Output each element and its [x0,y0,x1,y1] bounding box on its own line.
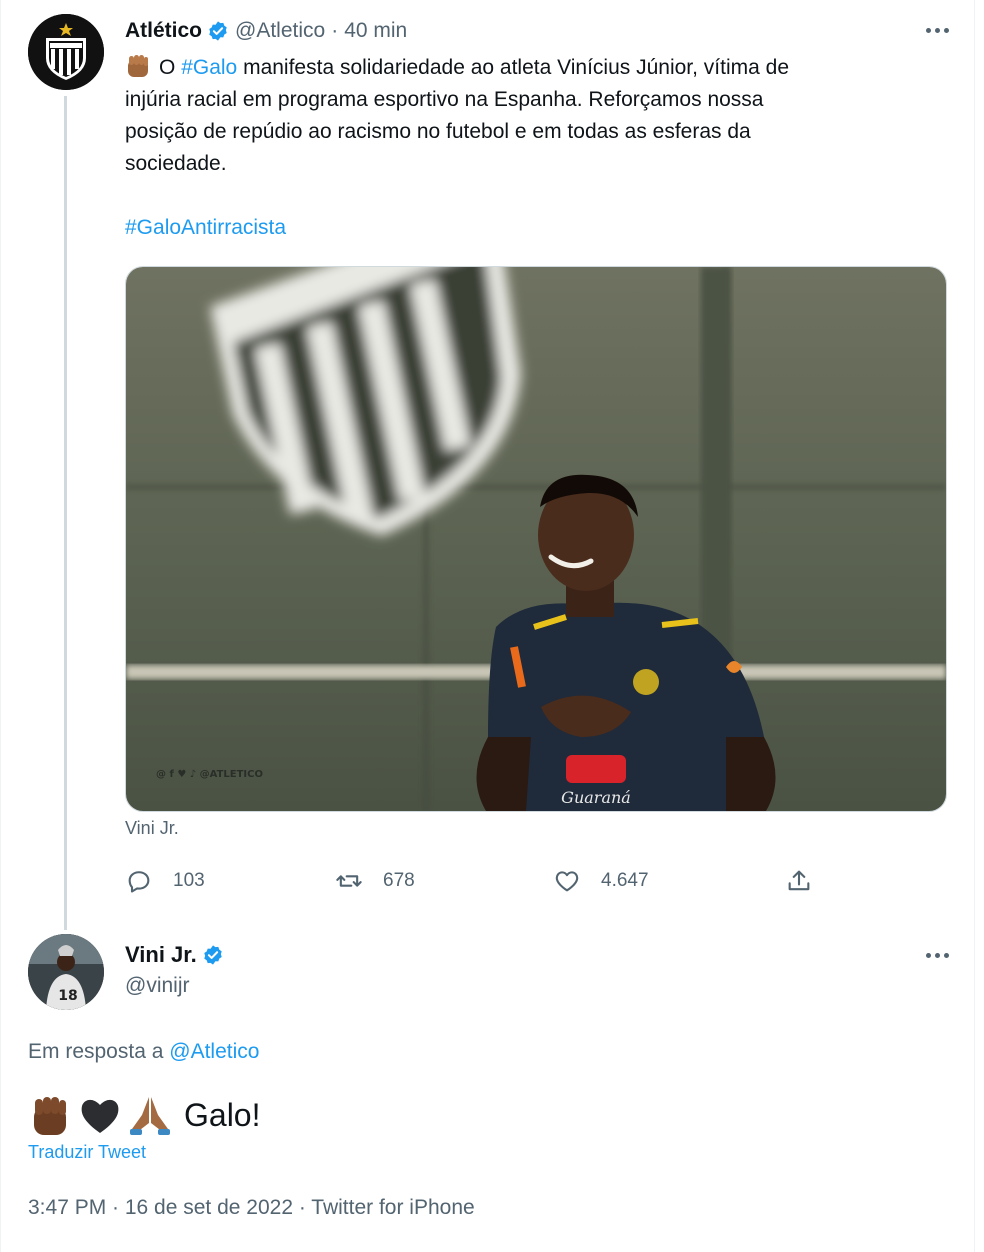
tweet2-name-row: Vini Jr. [125,940,230,970]
like-button[interactable]: 4.647 [553,864,649,898]
hashtag-galo-link[interactable]: #Galo [181,56,237,79]
atletico-avatar[interactable] [28,14,104,90]
tweet1-action-bar: 103 678 4.647 [125,864,825,898]
svg-text:18: 18 [58,988,77,1004]
tweet2-body-text: Galo! [184,1096,261,1133]
tweet1-display-name[interactable]: Atlético [125,19,202,43]
frame-right-border [974,0,975,1252]
verified-icon [209,21,227,41]
more-icon [926,952,931,958]
reply-icon [128,871,150,893]
like-icon [555,871,579,892]
tweet1-media-caption: Vini Jr. [125,818,179,838]
reply-button[interactable]: 103 [125,864,205,898]
tweet1-text: O #Galo manifesta solidariedade ao atlet… [125,52,925,244]
tweet1-text-line1-rest: manifesta solidariedade ao atleta Viníci… [243,56,790,79]
hashtag-galoantirracista-link[interactable]: #GaloAntirracista [125,212,925,244]
thread-connector-line [64,96,67,930]
retweet-count: 678 [383,870,415,891]
retweet-button[interactable]: 678 [335,864,415,898]
raised-fist-emoji [34,1097,66,1135]
tweet1-text-line-3: posição de repúdio ao racismo no futebol… [125,120,751,143]
tweet2-more-button[interactable] [926,950,954,960]
tweet1-text-prefix: O [159,56,176,79]
tweet2-display-name[interactable]: Vini Jr. [125,942,197,968]
tweet1-more-button[interactable] [926,25,954,35]
like-count: 4.647 [601,870,649,891]
tweet2-timestamp-source[interactable]: 3:47 PM · 16 de set de 2022 · Twitter fo… [28,1196,475,1220]
reply-prefix: Em resposta a [28,1040,164,1063]
tweet2-text: Galo! [28,1090,260,1140]
tweet1-media-photo[interactable]: Guaraná @ f ♥ ♪ @ATLETICO [125,266,947,812]
folded-hands-emoji [130,1097,170,1135]
reply-handle-link[interactable]: @Atletico [169,1040,259,1063]
reply-count: 103 [173,870,205,891]
frame-left-border [0,0,1,1252]
tweet2-handle[interactable]: @vinijr [125,974,190,998]
vinijr-avatar-photo: 18 [28,934,104,1010]
vinijr-avatar[interactable]: 18 [28,934,104,1010]
atletico-crest-icon [28,14,104,90]
verified-icon [204,945,222,965]
player-photo: Guaraná @ f ♥ ♪ @ATLETICO [126,267,946,811]
tweet1-handle[interactable]: @Atletico [235,19,325,43]
black-heart-emoji [81,1099,119,1133]
tweet1-header: Atlético @Atletico · 40 min [125,16,407,46]
share-icon [788,870,810,891]
share-button[interactable] [785,864,813,898]
raised-fist-emoji [128,55,148,77]
tweet1-time[interactable]: 40 min [344,19,407,43]
tweet1-text-line-4: sociedade. [125,152,227,175]
media-watermark: @ f ♥ ♪ @ATLETICO [156,769,263,780]
translate-tweet-link[interactable]: Traduzir Tweet [28,1142,146,1163]
svg-text:Guaraná: Guaraná [561,788,631,807]
tweet1-text-line-1: O #Galo manifesta solidariedade ao atlet… [125,52,925,84]
tweet1-text-line-2: injúria racial em programa esportivo na … [125,88,764,111]
retweet-icon [336,875,362,887]
tweet1-separator: · [331,19,339,42]
reply-context: Em resposta a @Atletico [28,1040,259,1064]
more-icon [926,27,931,33]
